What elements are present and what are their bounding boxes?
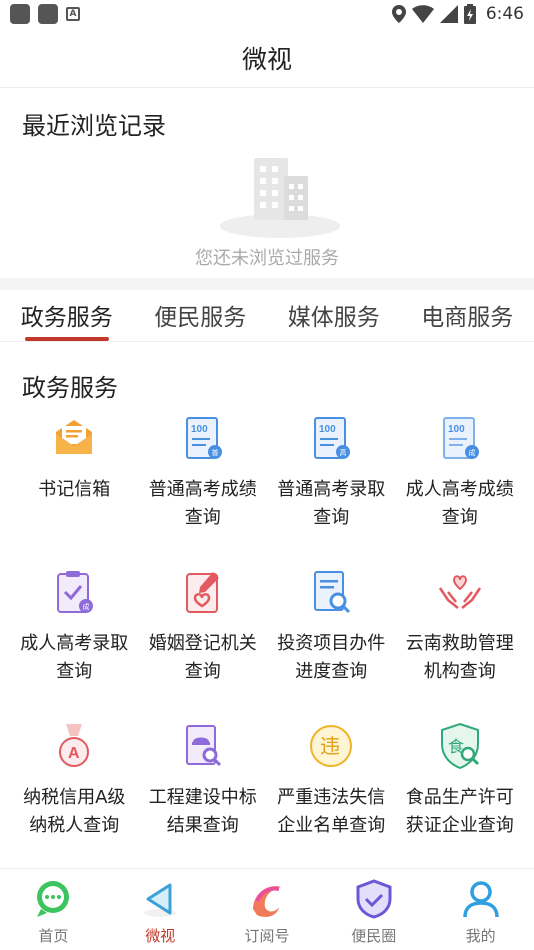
service-item-gaokao-score[interactable]: 100 普 普通高考成绩查询 [139, 410, 268, 564]
clipboard-check-icon: 成 [57, 571, 94, 613]
svg-text:成: 成 [83, 602, 90, 611]
construction-search-icon [185, 725, 221, 767]
app-header: 微视 [0, 28, 534, 88]
tab-media-services[interactable]: 媒体服务 [267, 290, 401, 341]
tab-gov-services[interactable]: 政务服务 [0, 290, 134, 341]
page-title: 微视 [241, 44, 292, 74]
nav-weishi[interactable]: 微视 [107, 869, 214, 950]
service-item-construction-bid[interactable]: 工程建设中标结果查询 [139, 718, 268, 872]
location-icon [391, 5, 406, 23]
violation-icon: 违 [310, 725, 353, 767]
font-notification-icon: A [66, 7, 80, 21]
bottom-navigation: 首页 微视 订阅号 便民圈 我的 [0, 868, 534, 950]
service-tabs: 政务服务 便民服务 媒体服务 电商服务 [0, 290, 534, 342]
service-item-investment-progress[interactable]: 投资项目办件进度查询 [267, 564, 396, 718]
service-label: 食品生产许可获证企业查询 [405, 787, 514, 836]
nav-convenience-circle[interactable]: 便民圈 [320, 869, 427, 950]
play-triangle-icon [144, 883, 177, 917]
service-label: 投资项目办件进度查询 [277, 633, 386, 682]
food-license-icon: 食 [440, 722, 479, 770]
recent-browsing-title: 最近浏览记录 [22, 112, 166, 140]
service-item-gaokao-admission[interactable]: 100 高 普通高考录取查询 [267, 410, 396, 564]
status-bar: A 6:46 [0, 0, 534, 28]
service-item-food-license[interactable]: 食 食品生产许可获证企业查询 [396, 718, 525, 872]
svg-text:成: 成 [468, 448, 475, 457]
service-label: 严重违法失信企业名单查询 [277, 787, 386, 836]
service-item-tax-credit[interactable]: A 纳税信用A级纳税人查询 [10, 718, 139, 872]
service-item-secretary-mailbox[interactable]: 书记信箱 [10, 410, 139, 564]
system-icons: 6:46 [391, 4, 524, 24]
service-label: 书记信箱 [38, 479, 111, 500]
nav-label: 首页 [38, 927, 69, 945]
svg-text:普: 普 [211, 448, 218, 457]
nav-subscriptions[interactable]: 订阅号 [214, 869, 321, 950]
service-item-relief-agency[interactable]: 云南救助管理机构查询 [396, 564, 525, 718]
service-label: 纳税信用A级纳税人查询 [23, 787, 126, 836]
swirl-icon [252, 886, 281, 917]
nav-label: 我的 [465, 927, 496, 945]
service-label: 普通高考录取查询 [277, 479, 386, 528]
service-item-serious-violation[interactable]: 违 严重违法失信企业名单查询 [267, 718, 396, 872]
svg-text:违: 违 [320, 734, 340, 758]
notification-icons: A [10, 4, 80, 24]
empty-buildings-icon [220, 158, 340, 238]
chat-bubble-icon [37, 881, 70, 917]
empty-state-text: 您还未浏览过服务 [195, 248, 339, 269]
nav-label: 便民圈 [351, 927, 397, 945]
adult-score-icon: 100 成 [442, 417, 479, 459]
service-label: 成人高考成绩查询 [405, 479, 514, 528]
medal-icon: A [59, 724, 90, 767]
mailbox-icon [56, 420, 93, 454]
service-item-marriage-registry[interactable]: 婚姻登记机关查询 [139, 564, 268, 718]
tab-ecommerce-services[interactable]: 电商服务 [401, 290, 534, 341]
notification-icon [10, 4, 30, 24]
service-item-adult-score[interactable]: 100 成 成人高考成绩查询 [396, 410, 525, 564]
svg-text:100: 100 [191, 424, 208, 435]
service-label: 云南救助管理机构查询 [405, 633, 514, 682]
tab-label: 电商服务 [421, 305, 514, 331]
section-divider [0, 278, 534, 290]
wifi-icon [411, 5, 434, 23]
service-label: 婚姻登记机关查询 [148, 633, 257, 682]
hands-heart-icon [438, 575, 481, 609]
shield-check-icon [356, 879, 392, 919]
recent-browsing-section: 最近浏览记录 您还未浏览过服务 [0, 88, 534, 278]
svg-text:高: 高 [340, 448, 347, 457]
document-search-icon [314, 571, 351, 614]
notification-icon [38, 4, 58, 24]
service-label: 成人高考录取查询 [20, 633, 129, 682]
marriage-icon [185, 572, 219, 613]
admission-report-icon: 100 高 [314, 417, 351, 459]
nav-mine[interactable]: 我的 [427, 869, 534, 950]
clock: 6:46 [485, 4, 524, 24]
section-title: 政务服务 [22, 374, 118, 402]
nav-home[interactable]: 首页 [0, 869, 107, 950]
svg-text:100: 100 [448, 424, 465, 435]
user-icon [462, 881, 499, 918]
tab-convenience-services[interactable]: 便民服务 [134, 290, 268, 341]
tab-label: 便民服务 [154, 305, 247, 331]
score-report-icon: 100 普 [185, 417, 222, 459]
battery-icon [463, 4, 476, 24]
svg-text:A: A [68, 745, 80, 762]
signal-icon [439, 5, 458, 23]
service-grid: 书记信箱 100 普 普通高考成绩查询 100 高 普通高考录取查询 100 成… [10, 410, 524, 872]
nav-label: 微视 [145, 927, 176, 945]
svg-text:100: 100 [319, 424, 336, 435]
active-tab-indicator [24, 337, 109, 341]
tab-label: 政务服务 [20, 305, 113, 331]
nav-label: 订阅号 [244, 927, 290, 945]
service-label: 普通高考成绩查询 [148, 479, 257, 528]
service-item-adult-admission[interactable]: 成 成人高考录取查询 [10, 564, 139, 718]
tab-label: 媒体服务 [287, 305, 380, 331]
service-label: 工程建设中标结果查询 [148, 787, 257, 836]
